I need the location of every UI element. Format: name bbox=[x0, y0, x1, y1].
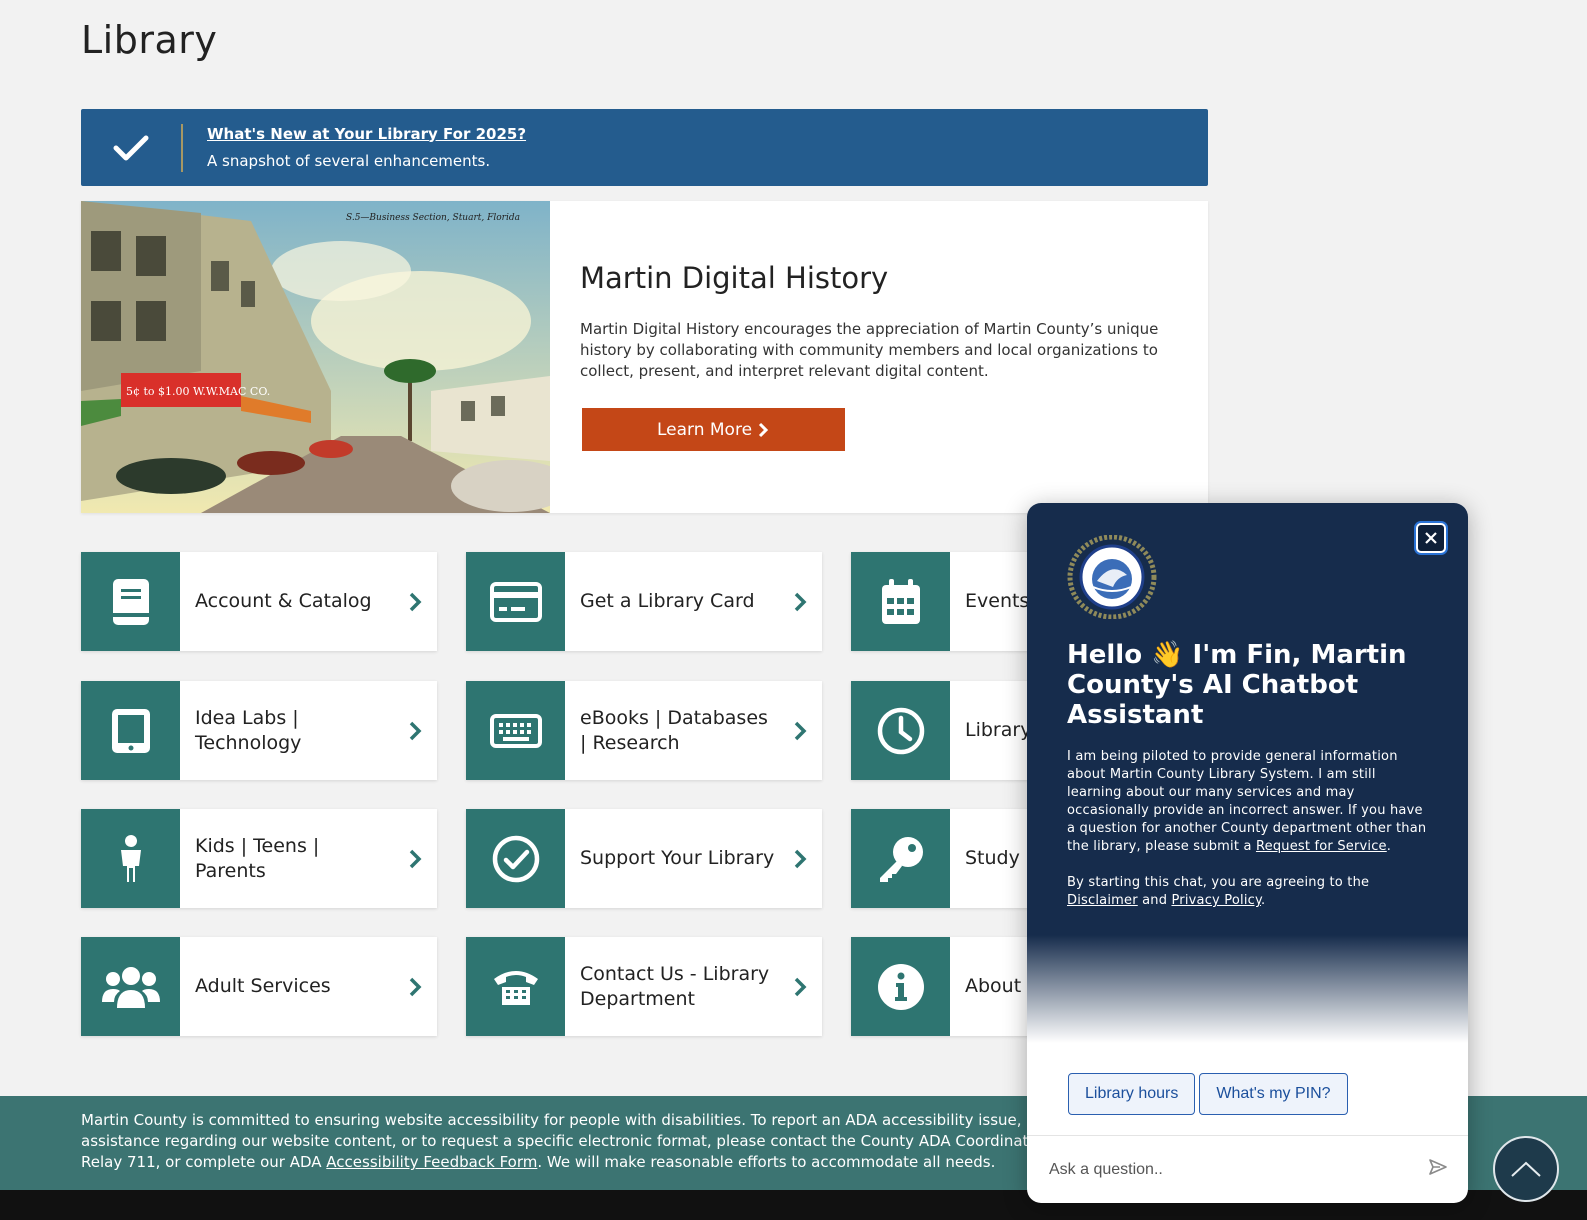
chevron-right-icon bbox=[393, 848, 437, 870]
phone-icon bbox=[466, 937, 565, 1036]
postcard-store-sign: 5¢ to $1.00 W.W.MAC CO. bbox=[126, 385, 270, 398]
send-icon[interactable] bbox=[1428, 1158, 1448, 1181]
chevron-right-icon bbox=[758, 422, 769, 437]
chevron-up-icon bbox=[1511, 1161, 1541, 1177]
chat-intro: I am being piloted to provide general in… bbox=[1067, 749, 1427, 854]
page-title: Library bbox=[81, 18, 218, 62]
learn-more-label: Learn More bbox=[656, 419, 753, 440]
scroll-to-top-button[interactable] bbox=[1493, 1136, 1559, 1202]
alert-divider bbox=[181, 123, 183, 172]
chip-whats-my-pin[interactable]: What's my PIN? bbox=[1199, 1073, 1348, 1115]
tile-label: Kids | Teens | Parents bbox=[195, 834, 320, 882]
chat-question-input[interactable] bbox=[1047, 1159, 1428, 1180]
privacy-policy-link[interactable]: Privacy Policy bbox=[1171, 893, 1261, 908]
ada-text-line1: Martin County is committed to ensuring w… bbox=[81, 1111, 1050, 1129]
tile-label: Contact Us - Library Department bbox=[580, 962, 770, 1010]
nav-tile-4[interactable]: Idea Labs | Technology bbox=[81, 681, 437, 780]
chip-library-hours[interactable]: Library hours bbox=[1068, 1073, 1196, 1115]
clock-icon bbox=[851, 681, 950, 780]
chevron-right-icon bbox=[778, 848, 822, 870]
chevron-right-icon bbox=[778, 976, 822, 998]
feature-title: Martin Digital History bbox=[580, 261, 889, 295]
chat-consent: By starting this chat, you are agreeing … bbox=[1067, 875, 1370, 908]
credit-card-icon bbox=[466, 552, 565, 651]
digital-history-feature: 5¢ to $1.00 W.W.MAC CO. S.5—Business Sec… bbox=[81, 201, 1208, 513]
nav-tile-10[interactable]: Adult Services bbox=[81, 937, 437, 1036]
whats-new-alert: What's New at Your Library For 2025? A s… bbox=[81, 109, 1208, 186]
checkmark-icon bbox=[81, 109, 181, 186]
chevron-right-icon bbox=[393, 591, 437, 613]
chat-composer bbox=[1027, 1135, 1468, 1203]
nav-tile-2[interactable]: Get a Library Card bbox=[466, 552, 822, 651]
check-circle-icon bbox=[466, 809, 565, 908]
chevron-right-icon bbox=[393, 720, 437, 742]
tile-label: Support Your Library bbox=[580, 847, 775, 869]
chat-greeting: Hello 👋 I'm Fin, Martin County's AI Chat… bbox=[1067, 640, 1407, 730]
postcard-caption: S.5—Business Section, Stuart, Florida bbox=[346, 213, 520, 223]
accessibility-feedback-link[interactable]: Accessibility Feedback Form bbox=[326, 1153, 537, 1171]
close-icon bbox=[1425, 532, 1437, 544]
nav-tile-5[interactable]: eBooks | Databases | Research bbox=[466, 681, 822, 780]
info-icon bbox=[851, 937, 950, 1036]
tablet-icon bbox=[81, 681, 180, 780]
disclaimer-link[interactable]: Disclaimer bbox=[1067, 893, 1138, 908]
ada-text-line3: Relay 711, or complete our ADA bbox=[81, 1153, 327, 1171]
request-service-link[interactable]: Request for Service bbox=[1256, 839, 1387, 854]
martin-county-seal bbox=[1067, 534, 1428, 624]
nav-tile-8[interactable]: Support Your Library bbox=[466, 809, 822, 908]
tile-label: Account & Catalog bbox=[195, 590, 372, 612]
chevron-right-icon bbox=[393, 976, 437, 998]
users-icon bbox=[81, 937, 180, 1036]
ada-text-line2: assistance regarding our website content… bbox=[81, 1132, 1044, 1150]
chevron-right-icon bbox=[778, 591, 822, 613]
nav-tile-1[interactable]: Account & Catalog bbox=[81, 552, 437, 651]
child-icon bbox=[81, 809, 180, 908]
tile-label: eBooks | Databases | Research bbox=[580, 706, 768, 754]
whats-new-link[interactable]: What's New at Your Library For 2025? bbox=[207, 121, 526, 148]
chatbot-widget: Hello 👋 I'm Fin, Martin County's AI Chat… bbox=[1027, 503, 1468, 1203]
nav-tile-7[interactable]: Kids | Teens | Parents bbox=[81, 809, 437, 908]
book-icon bbox=[81, 552, 180, 651]
chat-close-button[interactable] bbox=[1416, 523, 1446, 553]
chevron-right-icon bbox=[778, 720, 822, 742]
nav-tile-11[interactable]: Contact Us - Library Department bbox=[466, 937, 822, 1036]
stuart-postcard-image: 5¢ to $1.00 W.W.MAC CO. S.5—Business Sec… bbox=[81, 201, 550, 513]
keyboard-icon bbox=[466, 681, 565, 780]
learn-more-button[interactable]: Learn More bbox=[582, 408, 845, 451]
tile-label: Get a Library Card bbox=[580, 590, 755, 612]
tile-label: Adult Services bbox=[195, 975, 331, 997]
alert-subtitle: A snapshot of several enhancements. bbox=[207, 151, 491, 170]
tile-label: Idea Labs | Technology bbox=[195, 706, 302, 754]
calendar-icon bbox=[851, 552, 950, 651]
ada-text-end: . We will make reasonable efforts to acc… bbox=[537, 1153, 996, 1171]
key-icon bbox=[851, 809, 950, 908]
feature-description: Martin Digital History encourages the ap… bbox=[580, 320, 1159, 380]
